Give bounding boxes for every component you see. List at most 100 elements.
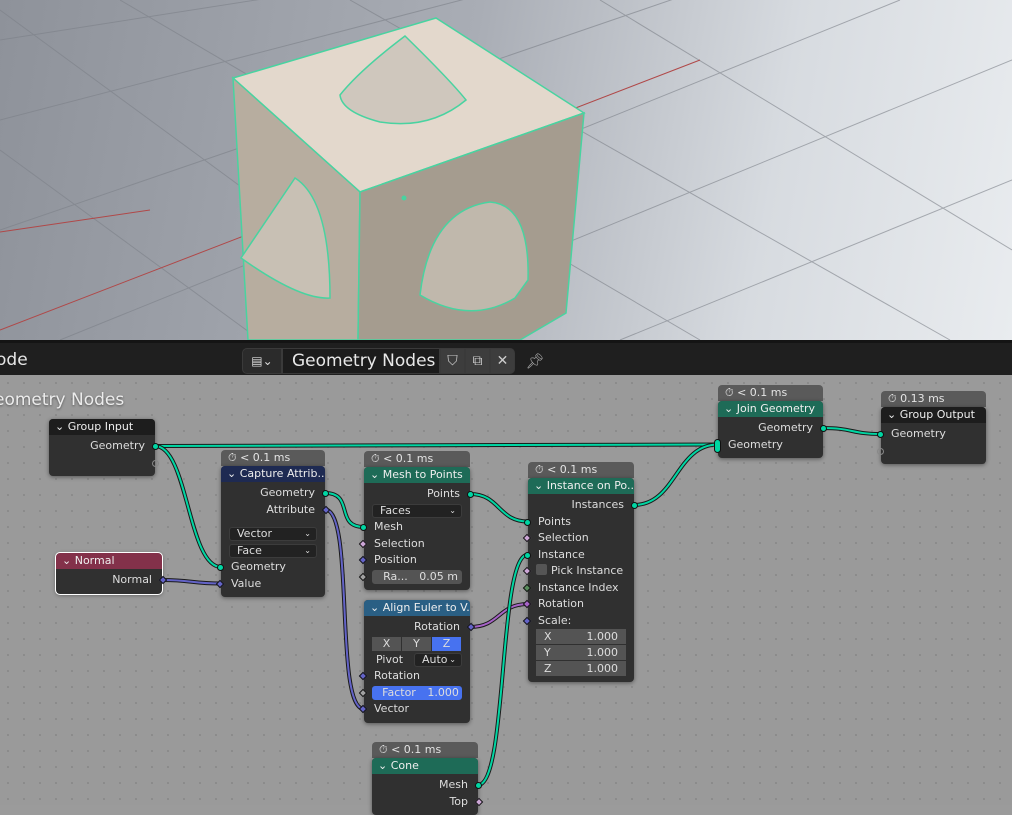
- field-value: 0.05 m: [415, 569, 458, 583]
- pivot-dropdown[interactable]: Auto ⌄: [414, 652, 462, 667]
- link-mesh_to_points-to-instance_on_points[interactable]: [469, 493, 529, 523]
- node-normal[interactable]: ⌄ Normal Normal: [55, 552, 168, 595]
- scale-y-field[interactable]: Y 1.000: [536, 645, 626, 660]
- group_input-body: Geometry: [49, 435, 159, 476]
- node-group_output[interactable]: ⌄ Group Output Geometry: [877, 407, 986, 464]
- socket-label: Points: [426, 487, 460, 500]
- scale-z-field[interactable]: Z 1.000: [536, 661, 626, 676]
- socket-label: Instance: [538, 547, 585, 561]
- attribute-socket-row: Attribute: [221, 502, 331, 519]
- geometry-socket-row: Geometry: [217, 559, 325, 576]
- output-socket-mesh[interactable]: [475, 782, 482, 789]
- 3d-viewport[interactable]: [0, 0, 1012, 340]
- input-socket-geometry[interactable]: [714, 438, 721, 453]
- link-capture-to-align_euler[interactable]: [324, 508, 365, 710]
- axis-y-button[interactable]: Y: [402, 636, 431, 651]
- input-socket-instance[interactable]: [524, 551, 531, 559]
- dropdown-value: Vector: [237, 527, 273, 540]
- selection-socket-row: Selection: [522, 530, 634, 547]
- link-join_geometry-to-group_output[interactable]: [822, 427, 882, 435]
- node-align_euler[interactable]: ⌄ Align Euler to V... Rotation X Y Z Pivot Aut…: [358, 600, 476, 723]
- group_output-header[interactable]: ⌄ Group Output: [881, 407, 986, 423]
- node-editor-header: ode ▤⌄ Geometry Nodes ⛉ ⧉ ✕ 📌︎: [0, 340, 1012, 375]
- join_geometry-body: Geometry Geometry: [714, 417, 827, 458]
- output-socket-geometry[interactable]: [152, 443, 159, 450]
- node-instance_on_points[interactable]: ⌄ Instance on Po... Instances Points Select…: [522, 478, 638, 682]
- node-cone[interactable]: ⌄ Cone Mesh Top: [372, 758, 484, 815]
- link-cone-to-instance_on_points[interactable]: [477, 553, 529, 786]
- input-socket-points[interactable]: [524, 518, 531, 526]
- normal-header[interactable]: ⌄ Normal: [56, 553, 162, 569]
- input-socket-geometry[interactable]: [217, 564, 224, 571]
- output-socket-extra[interactable]: [152, 459, 159, 467]
- scale-x-field[interactable]: X 1.000: [536, 629, 626, 644]
- pin-icon[interactable]: 📌︎: [524, 348, 546, 374]
- pivot-dropdown: Pivot Auto ⌄: [364, 652, 470, 669]
- capture-header[interactable]: ⌄ Capture Attrib...: [221, 466, 325, 482]
- close-icon[interactable]: ✕: [490, 348, 515, 374]
- input-socket-mesh[interactable]: [360, 524, 367, 531]
- socket-label: Rotation: [538, 597, 585, 610]
- node-join_geometry[interactable]: ⌄ Join Geometry Geometry Geometry: [714, 401, 827, 458]
- output-socket-geometry[interactable]: [820, 425, 827, 432]
- capture-timing-badge: ⏱ < 0.1 ms: [221, 450, 325, 466]
- pivot-label: Pivot: [376, 652, 404, 666]
- position-socket-row: Position: [358, 552, 470, 569]
- socket-label: Instances: [571, 498, 624, 511]
- output-socket-geometry[interactable]: [322, 490, 329, 497]
- node-tree-icon[interactable]: ▤⌄: [242, 348, 282, 374]
- normal-body: Normal: [56, 569, 168, 594]
- field-value: 1.000: [586, 646, 619, 659]
- node-group_input[interactable]: ⌄ Group Input Geometry: [49, 419, 159, 476]
- field-label: X: [544, 630, 552, 643]
- points-socket-row: Points: [524, 514, 634, 531]
- geometry-socket-row: Geometry: [877, 426, 986, 443]
- align_euler-header[interactable]: ⌄ Align Euler to V...: [364, 600, 470, 616]
- chevron-down-icon: ⌄: [449, 505, 456, 515]
- shield-icon[interactable]: ⛉: [440, 348, 465, 374]
- output-socket-points[interactable]: [467, 491, 474, 498]
- axis-x-button[interactable]: X: [372, 636, 401, 651]
- duplicate-icon[interactable]: ⧉: [465, 348, 490, 374]
- faces-dropdown[interactable]: Faces ⌄: [372, 503, 462, 518]
- axis-selector[interactable]: XYZ: [372, 636, 462, 651]
- pick-instance-socket-row: Pick Instance: [522, 563, 634, 580]
- unnamed-socket-row: [877, 443, 986, 460]
- axis-z-button[interactable]: Z: [432, 636, 461, 651]
- input-socket-geometry[interactable]: [877, 431, 884, 438]
- mesh_to_points-timing-badge: ⏱ < 0.1 ms: [364, 451, 470, 467]
- instances-socket-row: Instances: [528, 497, 638, 514]
- ra-field[interactable]: Ra... 0.05 m: [372, 569, 462, 584]
- instance_on_points-header[interactable]: ⌄ Instance on Po...: [528, 478, 634, 494]
- pick-instance-checkbox[interactable]: [536, 564, 547, 575]
- output-socket-instances[interactable]: [631, 502, 638, 509]
- vector-socket-row: Vector: [358, 701, 470, 718]
- field-label: Factor: [382, 685, 416, 699]
- link-align_euler-to-instance_on_points[interactable]: [469, 603, 529, 628]
- dropdown-value: Face: [237, 543, 262, 557]
- node-editor-canvas[interactable]: eometry Nodes ⌄ Group Input Geometry ⌄ Nor…: [0, 375, 1012, 815]
- input-socket-extra[interactable]: [877, 447, 884, 455]
- socket-label: Points: [538, 514, 572, 528]
- factor-socket-row: Factor 1.000: [358, 685, 470, 702]
- join_geometry-header[interactable]: ⌄ Join Geometry: [718, 401, 823, 417]
- factor-field[interactable]: Factor 1.000: [372, 685, 462, 700]
- node-capture[interactable]: ⌄ Capture Attrib... Geometry Attribute Vect…: [215, 466, 331, 597]
- mesh-socket-row: Mesh: [372, 777, 482, 794]
- cone-header[interactable]: ⌄ Cone: [372, 758, 478, 774]
- nodegroup-name-field[interactable]: Geometry Nodes: [282, 348, 440, 374]
- group_input-header[interactable]: ⌄ Group Input: [49, 419, 155, 435]
- chevron-down-icon: ⌄: [304, 529, 311, 538]
- field-label: Y: [544, 646, 551, 659]
- geometry-socket-row: Geometry: [49, 438, 159, 455]
- socket-label: Geometry: [758, 421, 813, 434]
- vector-dropdown[interactable]: Vector ⌄: [229, 527, 317, 541]
- link-group_input-to-capture[interactable]: [154, 445, 222, 568]
- face-dropdown[interactable]: Face ⌄: [229, 543, 317, 558]
- node-mesh_to_points[interactable]: ⌄ Mesh to Points Points Faces ⌄ Mesh Selectio…: [358, 467, 474, 590]
- link-instance_on_points-to-join_geometry[interactable]: [633, 443, 719, 506]
- field-value: 1.000: [423, 685, 459, 699]
- mesh_to_points-header[interactable]: ⌄ Mesh to Points: [364, 467, 470, 483]
- field-label: Ra...: [383, 569, 408, 583]
- socket-label: Attribute: [266, 502, 315, 516]
